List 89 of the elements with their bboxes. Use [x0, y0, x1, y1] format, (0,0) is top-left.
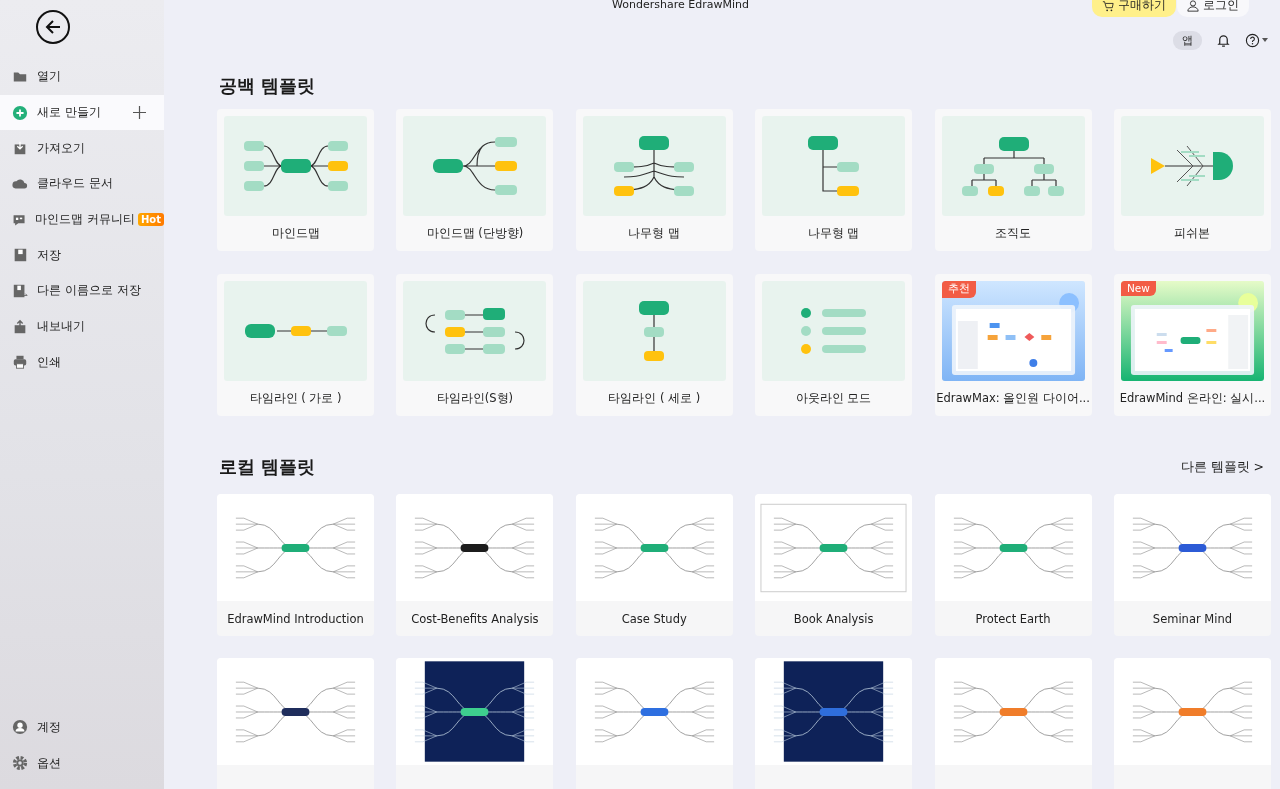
template-label: Seminar Mind	[1152, 611, 1233, 626]
template-label: 마인드맵	[271, 226, 320, 241]
sidebar-item[interactable]: 계정	[0, 709, 164, 746]
item-label: 내보내기	[37, 318, 85, 336]
sidebar-item[interactable]: 열기	[0, 59, 164, 95]
more-templates-link[interactable]: 다른 템플릿 >	[1180, 458, 1264, 476]
template-card[interactable]	[755, 658, 913, 789]
sidebar-item[interactable]: 저장	[0, 237, 164, 274]
template-card[interactable]: 타임라인 ( 세로 )	[575, 274, 733, 416]
template-card[interactable]: EdrawMind Introduction	[217, 494, 374, 636]
outline-drawing	[800, 307, 868, 355]
sidebar-item[interactable]: 새로 만들기	[0, 94, 164, 131]
template-card[interactable]: 타임라인(S형)	[396, 274, 554, 416]
template-label: Case Study	[621, 611, 687, 626]
buy-button[interactable]: 구매하기	[1092, 0, 1176, 17]
item-label: 옵션	[37, 754, 61, 772]
item-label: 새로 만들기	[37, 104, 101, 122]
import-icon	[12, 140, 28, 157]
cart-icon	[1102, 0, 1114, 12]
item-label: 저장	[37, 246, 61, 264]
user-icon	[12, 719, 28, 736]
template-label: 나무형 맵	[628, 226, 681, 241]
template-card[interactable]	[396, 658, 554, 789]
template-label: 아웃라인 모드	[795, 391, 872, 406]
template-label: 피쉬본	[1174, 226, 1211, 241]
template-card[interactable]: New EdrawMind 온라인: 실시...	[1113, 274, 1271, 416]
plus-circle-icon	[12, 104, 28, 121]
item-label: 인쇄	[37, 353, 61, 371]
template-card[interactable]: Case Study	[575, 494, 733, 636]
app-button[interactable]: 앱	[1173, 30, 1202, 50]
template-card[interactable]: 아웃라인 모드	[755, 274, 913, 416]
help-icon	[1245, 32, 1260, 48]
caret-icon	[1262, 38, 1268, 42]
login-button[interactable]: 로그인	[1177, 0, 1249, 17]
item-label: 가져오기	[37, 139, 85, 157]
sidebar-item[interactable]: 내보내기	[0, 308, 164, 345]
hot-badge: Hot	[137, 213, 164, 227]
template-card[interactable]: Book Analysis	[755, 494, 913, 636]
timeline-drawing	[638, 300, 671, 362]
template-card[interactable]: 마인드맵 (단방향)	[396, 109, 554, 251]
template-label: Book Analysis	[793, 611, 874, 626]
user-icon	[1187, 0, 1199, 12]
template-card[interactable]: Protect Earth	[934, 494, 1092, 636]
bell-icon[interactable]	[1216, 32, 1231, 48]
new-badge: New	[1120, 281, 1156, 296]
template-label: 마인드맵 (단방향)	[426, 226, 524, 241]
template-card[interactable]: 피쉬본	[1113, 109, 1271, 251]
template-card[interactable]: Seminar Mind	[1113, 494, 1271, 636]
save-as-icon	[12, 282, 28, 299]
template-label: 타임라인(S형)	[436, 391, 514, 406]
section-title: 로컬 템플릿	[219, 455, 316, 479]
recommended-badge: 추천	[941, 281, 976, 298]
item-label: 열기	[37, 68, 61, 86]
plus-icon[interactable]	[133, 106, 146, 120]
item-label: 다른 이름으로 저장	[37, 282, 141, 300]
template-card[interactable]: 추천 EdrawMax: 올인원 다이어...	[934, 274, 1092, 416]
template-label: 타임라인 ( 세로 )	[608, 391, 701, 406]
sidebar-item[interactable]: 옵션	[0, 745, 164, 781]
template-label: Protect Earth	[975, 611, 1051, 626]
sidebar-item[interactable]: 인쇄	[0, 344, 164, 381]
template-label: 나무형 맵	[807, 226, 860, 241]
template-label: Cost-Benefits Analysis	[411, 611, 539, 626]
settings-icon	[12, 755, 28, 772]
item-label: 계정	[37, 718, 61, 736]
sidebar-item[interactable]: 다른 이름으로 저장	[0, 273, 164, 309]
back-button[interactable]	[36, 10, 70, 44]
template-card[interactable]: Cost-Benefits Analysis	[396, 494, 554, 636]
printer-icon	[12, 354, 28, 371]
template-card[interactable]: 나무형 맵	[575, 109, 733, 251]
template-card[interactable]: 나무형 맵	[755, 109, 913, 251]
template-label: 조직도	[995, 226, 1032, 241]
section-title: 공백 템플릿	[219, 74, 316, 98]
template-card[interactable]: 타임라인 ( 가로 )	[217, 274, 374, 416]
sidebar-item[interactable]: 가져오기	[0, 130, 164, 167]
template-label: 타임라인 ( 가로 )	[249, 391, 342, 406]
template-label: EdrawMind Introduction	[227, 611, 364, 626]
template-card[interactable]: 조직도	[934, 109, 1092, 251]
export-icon	[12, 318, 28, 335]
help-button[interactable]	[1245, 32, 1268, 48]
template-label: EdrawMind 온라인: 실시...	[1119, 391, 1266, 406]
item-label: 마인드맵 커뮤니티	[35, 211, 135, 229]
item-label: 클라우드 문서	[37, 175, 113, 193]
template-label: EdrawMax: 올인원 다이어...	[936, 391, 1090, 406]
window-title: Wondershare EdrawMind	[612, 0, 749, 11]
sidebar-item[interactable]: 클라우드 문서	[0, 166, 164, 202]
tree-map-drawing	[807, 135, 861, 197]
sidebar-item[interactable]: 마인드맵 커뮤니티 Hot	[0, 201, 164, 238]
back-arrow-icon	[44, 18, 62, 36]
template-card[interactable]: 마인드맵	[217, 109, 374, 251]
